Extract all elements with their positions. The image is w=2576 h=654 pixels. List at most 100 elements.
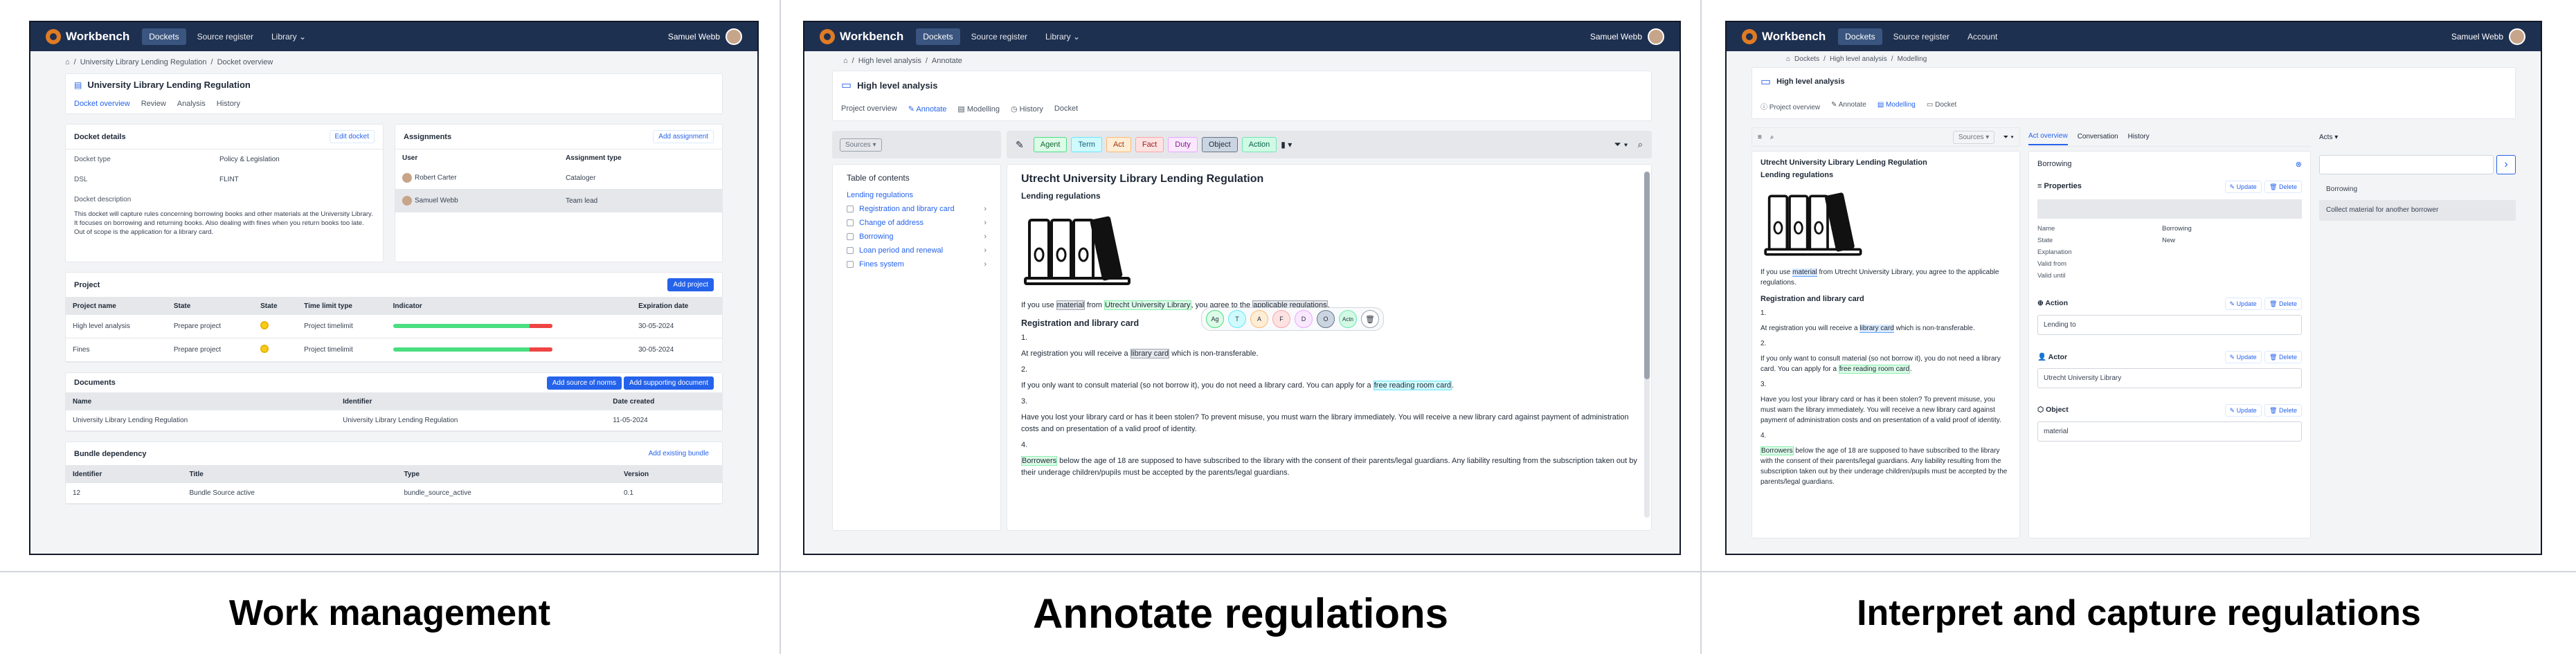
tab-analysis[interactable]: Analysis	[177, 100, 206, 108]
actor-value[interactable]: Utrecht University Library	[2037, 368, 2302, 388]
documents-table: Name Identifier Date created University Li…	[66, 393, 722, 431]
home-icon[interactable]: ⌂	[843, 57, 848, 65]
chip-object[interactable]: Object	[1201, 137, 1238, 152]
update-button[interactable]: ✎ Update	[2224, 351, 2262, 363]
update-button[interactable]: ✎ Update	[2224, 404, 2262, 417]
chip-term[interactable]: Term	[1071, 137, 1102, 152]
table-row[interactable]: High level analysis Prepare project Projec…	[66, 315, 722, 338]
table-row[interactable]: Fines Prepare project Project timelimit 30-…	[66, 338, 722, 362]
action-value[interactable]: Lending to	[2037, 315, 2302, 335]
marker-icon[interactable]: ▮ ▾	[1281, 140, 1292, 149]
act-list-item[interactable]: Collect material for another borrower	[2319, 200, 2516, 221]
toc-root[interactable]: Lending regulations	[847, 188, 987, 202]
toc-item[interactable]: Registration and library card ›	[847, 202, 987, 216]
add-project-button[interactable]: Add project	[667, 278, 714, 291]
nav-library[interactable]: Library ⌄	[1038, 28, 1087, 45]
add-assignment-button[interactable]: Add assignment	[653, 130, 714, 143]
update-button[interactable]: ✎ Update	[2224, 181, 2262, 193]
nav-library[interactable]: Library ⌄	[264, 28, 313, 45]
float-chip-fact[interactable]: F	[1272, 310, 1290, 328]
tab-annotate[interactable]: ✎ Annotate	[908, 105, 947, 113]
doc-paragraph: If you only want to consult material (so…	[1021, 381, 1454, 390]
float-chip-term[interactable]: T	[1228, 310, 1246, 328]
nav-account[interactable]: Account	[1961, 28, 2004, 45]
delete-button[interactable]: 🗑 Delete	[2264, 298, 2302, 310]
act-name: Borrowing	[2037, 160, 2072, 168]
breadcrumb-item[interactable]: University Library Lending Regulation	[80, 58, 207, 66]
tab-modelling[interactable]: ▤ Modelling	[1877, 101, 1916, 111]
tab-annotate[interactable]: ✎ Annotate	[1831, 101, 1866, 111]
table-row[interactable]: Robert Carter Cataloger	[395, 167, 722, 190]
tab-history[interactable]: History	[217, 100, 240, 108]
close-icon[interactable]: ⊗	[2296, 160, 2302, 169]
scrollbar[interactable]	[1644, 172, 1650, 518]
sources-dropdown[interactable]: Sources ▾	[1952, 130, 1995, 144]
user-menu[interactable]: Samuel Webb	[1590, 28, 1664, 45]
search-icon[interactable]: ⌕	[1638, 139, 1643, 150]
search-icon[interactable]: ⌕	[1770, 134, 1774, 141]
chevron-right-icon[interactable]: ›	[2496, 155, 2516, 174]
tab-act-overview[interactable]: Act overview	[2028, 128, 2068, 145]
sources-dropdown[interactable]: Sources ▾	[840, 138, 882, 152]
tab-modelling[interactable]: ▤ Modelling	[957, 105, 1000, 113]
tab-act-history[interactable]: History	[2128, 133, 2150, 140]
edit-docket-button[interactable]: Edit docket	[329, 130, 375, 143]
float-chip-action[interactable]: Actn	[1339, 310, 1357, 328]
nav-source-register[interactable]: Source register	[1886, 28, 1956, 45]
nav-dockets[interactable]: Dockets	[916, 28, 960, 45]
user-menu[interactable]: Samuel Webb	[2451, 28, 2525, 45]
float-chip-duty[interactable]: D	[1295, 310, 1313, 328]
add-supporting-document-button[interactable]: Add supporting document	[624, 376, 714, 390]
table-row[interactable]: Samuel Webb Team lead	[395, 189, 722, 212]
nav-source-register[interactable]: Source register	[964, 28, 1034, 45]
user-menu[interactable]: Samuel Webb	[668, 28, 742, 45]
home-icon[interactable]: ⌂	[65, 58, 70, 66]
tab-review[interactable]: Review	[141, 100, 166, 108]
breadcrumb-item[interactable]: High level analysis	[1830, 55, 1887, 63]
toc-item[interactable]: Borrowing ›	[847, 230, 987, 244]
chip-fact[interactable]: Fact	[1135, 137, 1164, 152]
table-row[interactable]: 12 Bundle Source active bundle_source_acti…	[66, 483, 722, 504]
pencil-icon[interactable]: ✎	[1016, 139, 1024, 151]
chip-act[interactable]: Act	[1106, 137, 1131, 152]
top-navbar: Workbench Dockets Source register Librar…	[804, 22, 1679, 51]
acts-dropdown[interactable]: Acts ▾	[2319, 127, 2516, 147]
float-chip-agent[interactable]: Ag	[1206, 310, 1224, 328]
chip-duty[interactable]: Duty	[1168, 137, 1198, 152]
tab-docket[interactable]: Docket	[1054, 105, 1078, 113]
tab-project-overview[interactable]: Project overview	[841, 105, 897, 113]
update-button[interactable]: ✎ Update	[2224, 298, 2262, 310]
tab-docket-overview[interactable]: Docket overview	[74, 100, 130, 108]
tab-history[interactable]: ◷ History	[1011, 105, 1043, 113]
tab-project-overview[interactable]: ⓘ Project overview	[1760, 101, 1820, 111]
act-list-item[interactable]: Borrowing	[2319, 174, 2516, 200]
filter-icon[interactable]: ⏷ ▾	[1614, 139, 1628, 150]
home-icon[interactable]: ⌂	[1786, 55, 1790, 63]
tab-docket[interactable]: ▭ Docket	[1927, 101, 1956, 111]
chip-action[interactable]: Action	[1241, 137, 1277, 152]
add-source-of-norms-button[interactable]: Add source of norms	[546, 376, 622, 390]
float-chip-act[interactable]: A	[1250, 310, 1268, 328]
breadcrumb-item[interactable]: Dockets	[1794, 55, 1819, 63]
add-bundle-button[interactable]: Add existing bundle	[644, 448, 714, 460]
property-row: Name Borrowing	[2037, 225, 2192, 233]
tab-conversation[interactable]: Conversation	[2078, 133, 2118, 140]
menu-icon[interactable]: ≡	[1758, 134, 1762, 141]
acts-search-input[interactable]	[2319, 155, 2494, 174]
delete-button[interactable]: 🗑 Delete	[2264, 181, 2302, 193]
float-chip-object[interactable]: O	[1317, 310, 1335, 328]
nav-source-register[interactable]: Source register	[190, 28, 260, 45]
toc-item[interactable]: Fines system ›	[847, 257, 987, 271]
object-value[interactable]: material	[2037, 421, 2302, 442]
chip-agent[interactable]: Agent	[1033, 137, 1068, 152]
nav-dockets[interactable]: Dockets	[1838, 28, 1882, 45]
delete-button[interactable]: 🗑 Delete	[2264, 404, 2302, 417]
delete-button[interactable]: 🗑 Delete	[2264, 351, 2302, 363]
toc-item[interactable]: Loan period and renewal ›	[847, 244, 987, 257]
breadcrumb-item[interactable]: High level analysis	[858, 57, 921, 65]
table-row[interactable]: University Library Lending Regulation Uni…	[66, 410, 722, 431]
trash-icon[interactable]: 🗑	[1361, 310, 1379, 328]
filter-icon[interactable]: ⏷ ▾	[2003, 134, 2014, 141]
toc-item[interactable]: Change of address ›	[847, 216, 987, 230]
nav-dockets[interactable]: Dockets	[142, 28, 186, 45]
